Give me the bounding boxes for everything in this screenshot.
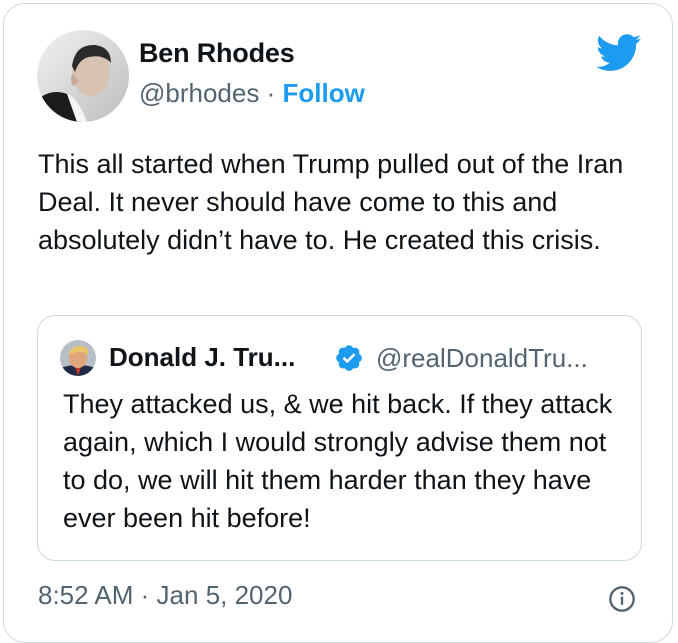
author-avatar[interactable] [37, 30, 129, 122]
quoted-tweet-text: They attacked us, & we hit back. If they… [63, 389, 613, 533]
quoted-tweet[interactable]: Donald J. Tru... @realDonaldTru... They … [37, 315, 642, 561]
tweet-timestamp[interactable]: 8:52 AM · Jan 5, 2020 [38, 580, 292, 611]
quoted-author-avatar [60, 340, 96, 376]
quoted-author-name: Donald J. Tru... [109, 342, 296, 372]
follow-button[interactable]: Follow [283, 78, 365, 108]
info-icon[interactable] [608, 585, 636, 613]
tweet-date: Jan 5, 2020 [156, 580, 293, 610]
author-avatar-photo [37, 30, 129, 122]
author-handle-row: @brhodes · Follow [139, 78, 365, 109]
timestamp-separator: · [140, 580, 150, 610]
verified-badge-icon [336, 345, 362, 371]
quoted-author-handle: @realDonaldTru... [376, 343, 588, 373]
author-name[interactable]: Ben Rhodes [139, 38, 295, 69]
handle-separator: · [266, 78, 276, 108]
quoted-author-avatar-photo [60, 340, 96, 376]
tweet-text: This all started when Trump pulled out o… [38, 149, 624, 255]
twitter-bird-icon[interactable] [596, 34, 642, 72]
author-handle[interactable]: @brhodes [139, 78, 259, 108]
tweet-card[interactable]: Ben Rhodes @brhodes · Follow This all st… [3, 3, 673, 643]
tweet-time: 8:52 AM [38, 580, 134, 610]
